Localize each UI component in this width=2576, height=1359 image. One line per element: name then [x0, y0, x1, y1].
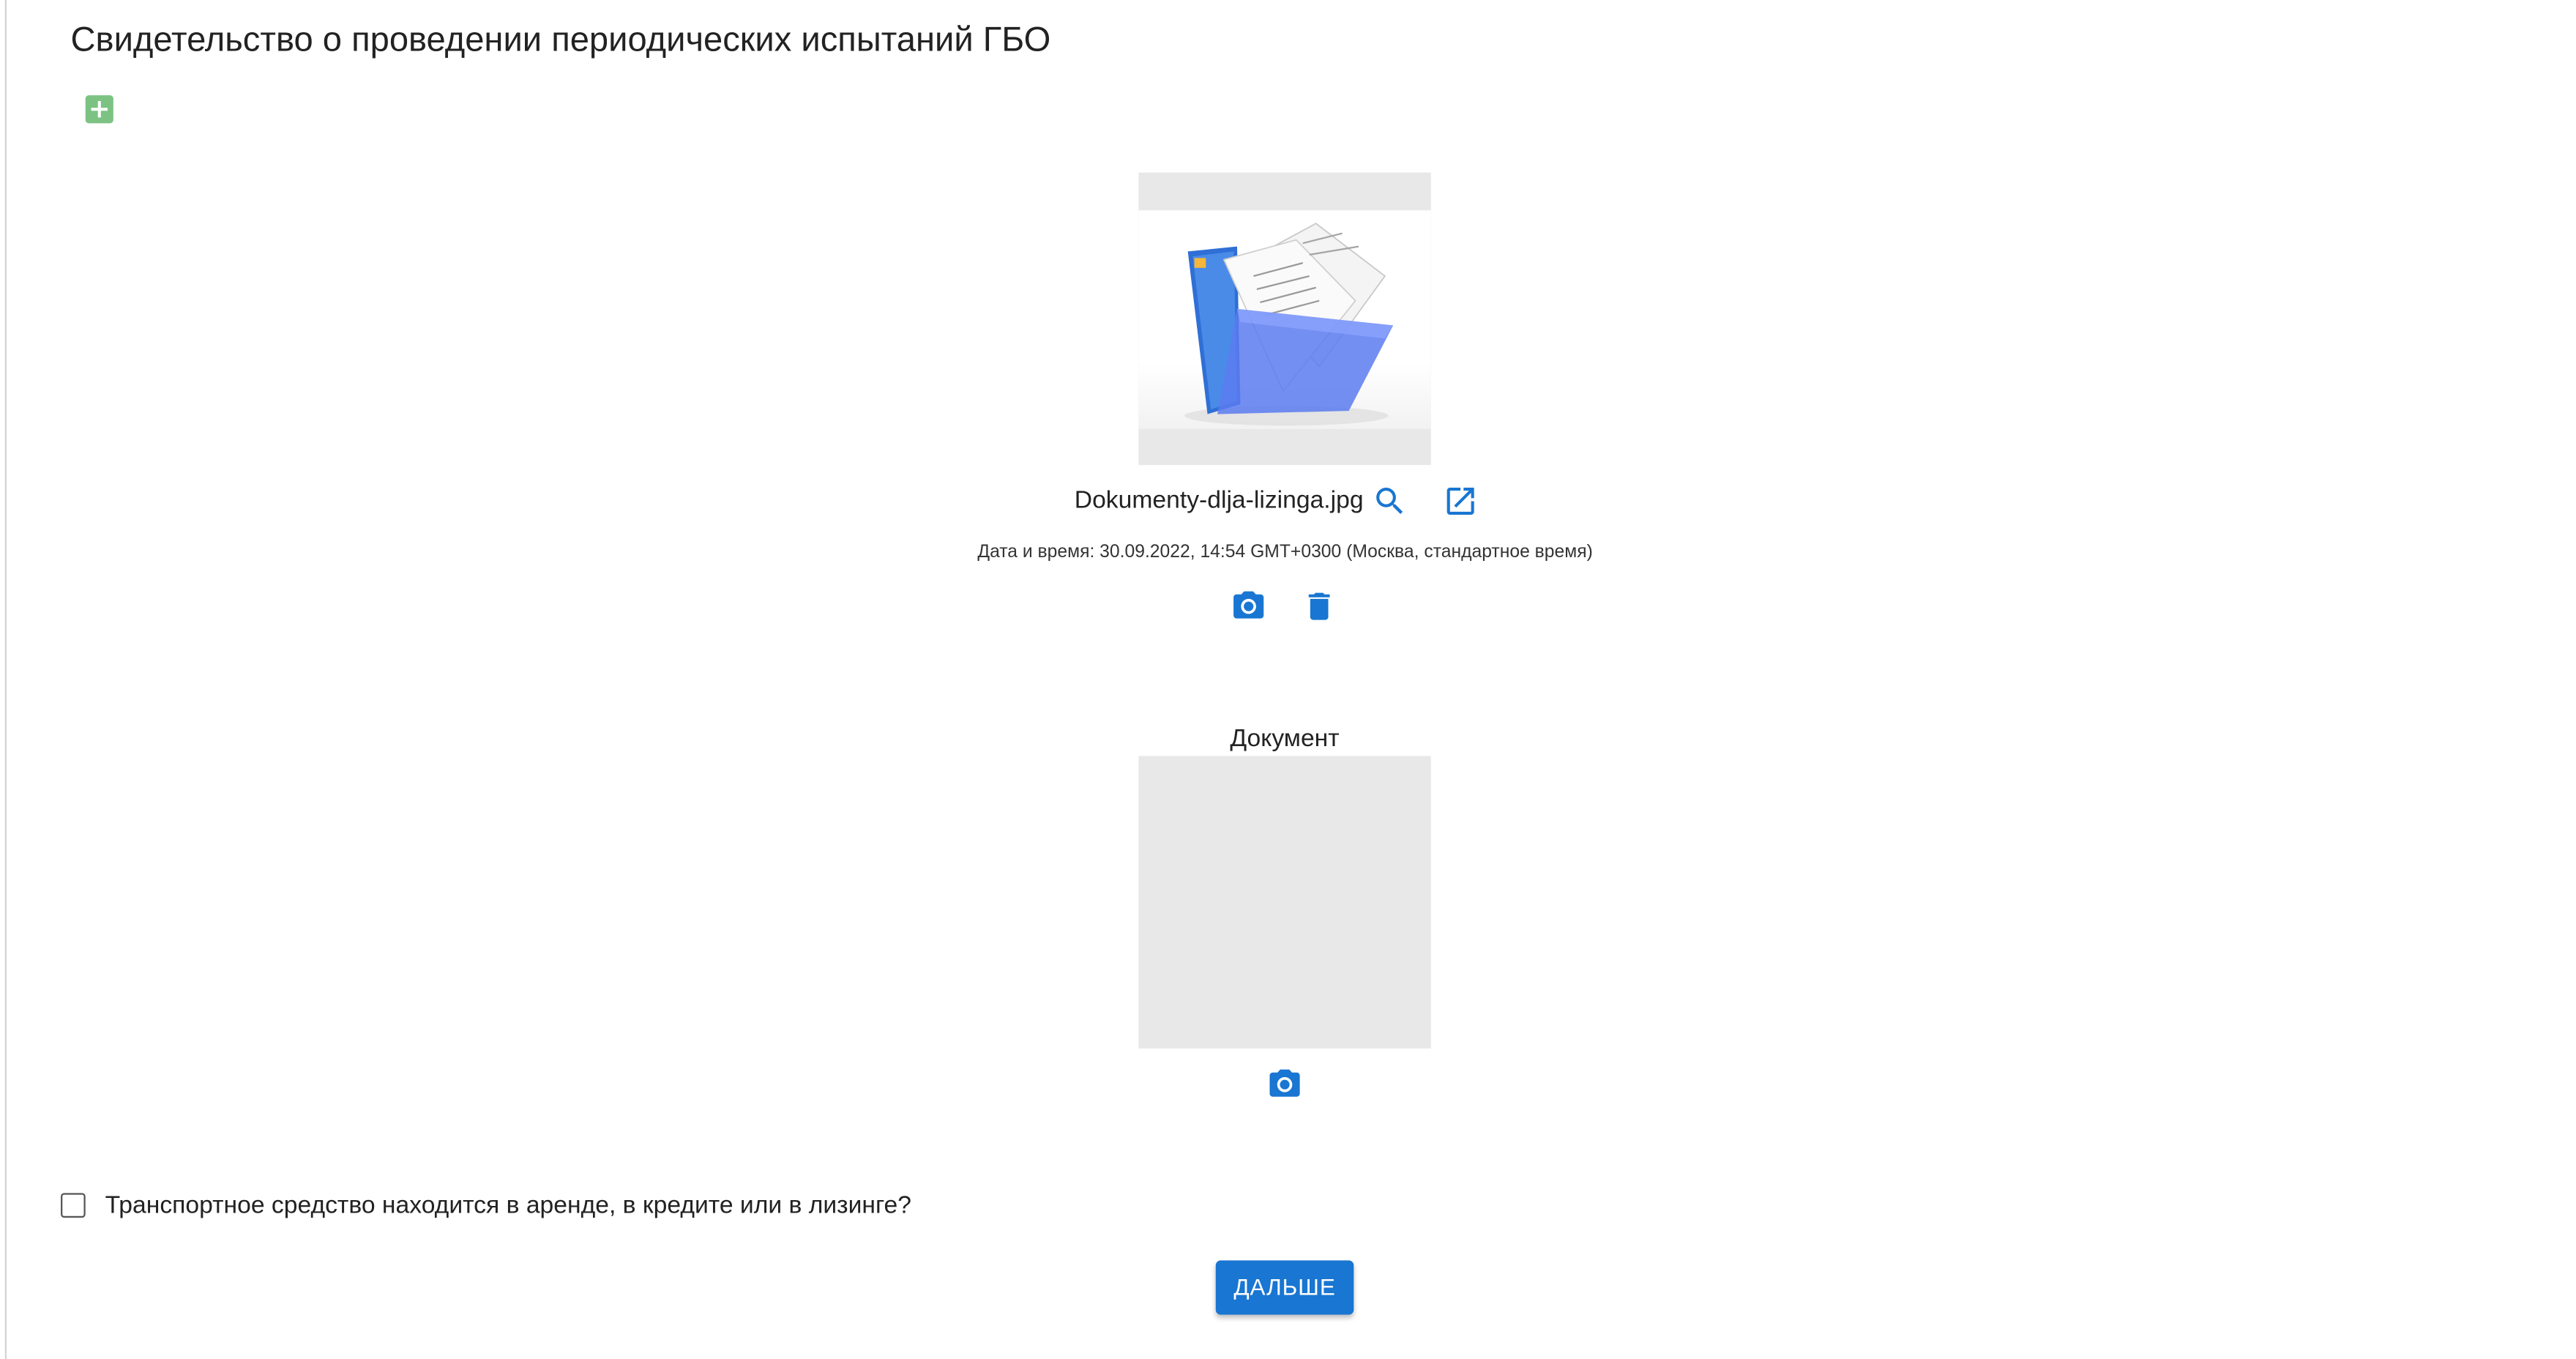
camera-icon — [1233, 591, 1264, 619]
upload-timestamp: Дата и время: 30.09.2022, 14:54 GMT+0300… — [977, 542, 1593, 562]
uploaded-file-thumbnail[interactable] — [1138, 172, 1431, 466]
page-root: Свидетельство о проведении периодических… — [0, 0, 2576, 1359]
open-file-button[interactable] — [1442, 483, 1478, 519]
camera-icon — [1269, 1069, 1300, 1097]
file-info-row: Dokumenty-dlja-lizinga.jpg — [0, 483, 2576, 519]
retake-photo-button[interactable] — [1231, 588, 1266, 624]
file-name: Dokumenty-dlja-lizinga.jpg — [1074, 486, 1364, 515]
leasing-checkbox-label[interactable]: Транспортное средство находится в аренде… — [105, 1191, 911, 1219]
left-divider — [4, 0, 7, 1359]
document-slot-label: Документ — [1230, 724, 1340, 753]
open-in-new-icon — [1446, 487, 1474, 515]
folder-with-documents-icon — [1184, 223, 1394, 426]
folder-image — [1138, 210, 1431, 429]
document-placeholder[interactable] — [1138, 756, 1431, 1049]
leasing-checkbox[interactable] — [61, 1193, 86, 1218]
delete-file-button[interactable] — [1301, 588, 1337, 624]
zoom-file-button[interactable] — [1372, 483, 1408, 519]
trash-icon — [1308, 592, 1330, 620]
page-title: Свидетельство о проведении периодических… — [70, 21, 1051, 59]
next-button[interactable]: ДАЛЬШЕ — [1215, 1260, 1354, 1315]
add-box-icon — [91, 101, 108, 118]
add-file-button[interactable] — [85, 95, 113, 124]
search-icon — [1376, 487, 1403, 514]
take-document-photo-button[interactable] — [1266, 1067, 1302, 1103]
